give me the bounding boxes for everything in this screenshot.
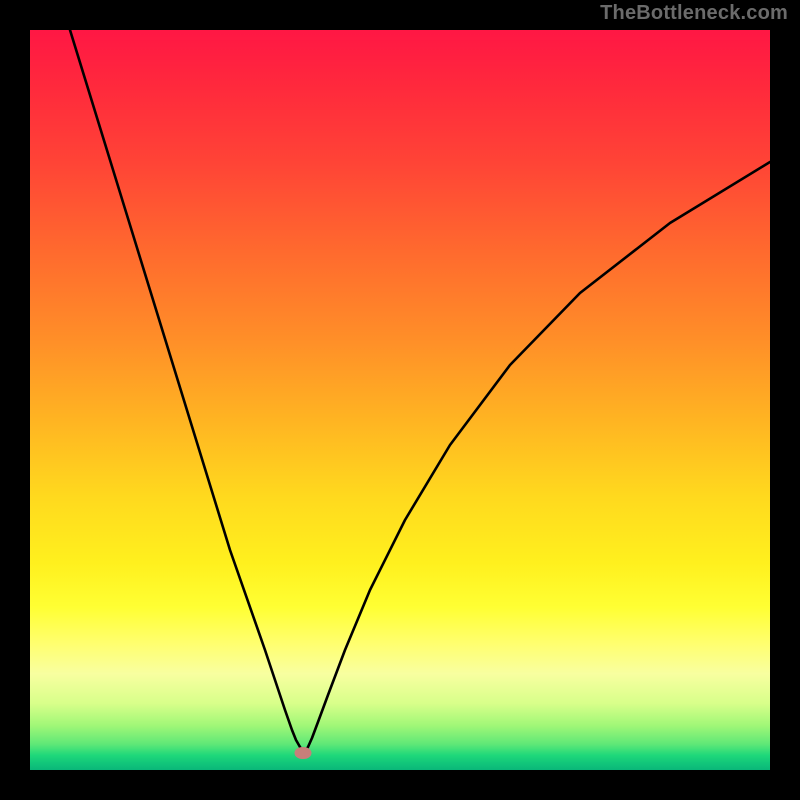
vertex-marker xyxy=(295,747,312,759)
plot-area xyxy=(30,30,770,770)
bottleneck-curve xyxy=(30,30,770,770)
chart-frame: TheBottleneck.com xyxy=(0,0,800,800)
watermark-text: TheBottleneck.com xyxy=(600,2,788,25)
